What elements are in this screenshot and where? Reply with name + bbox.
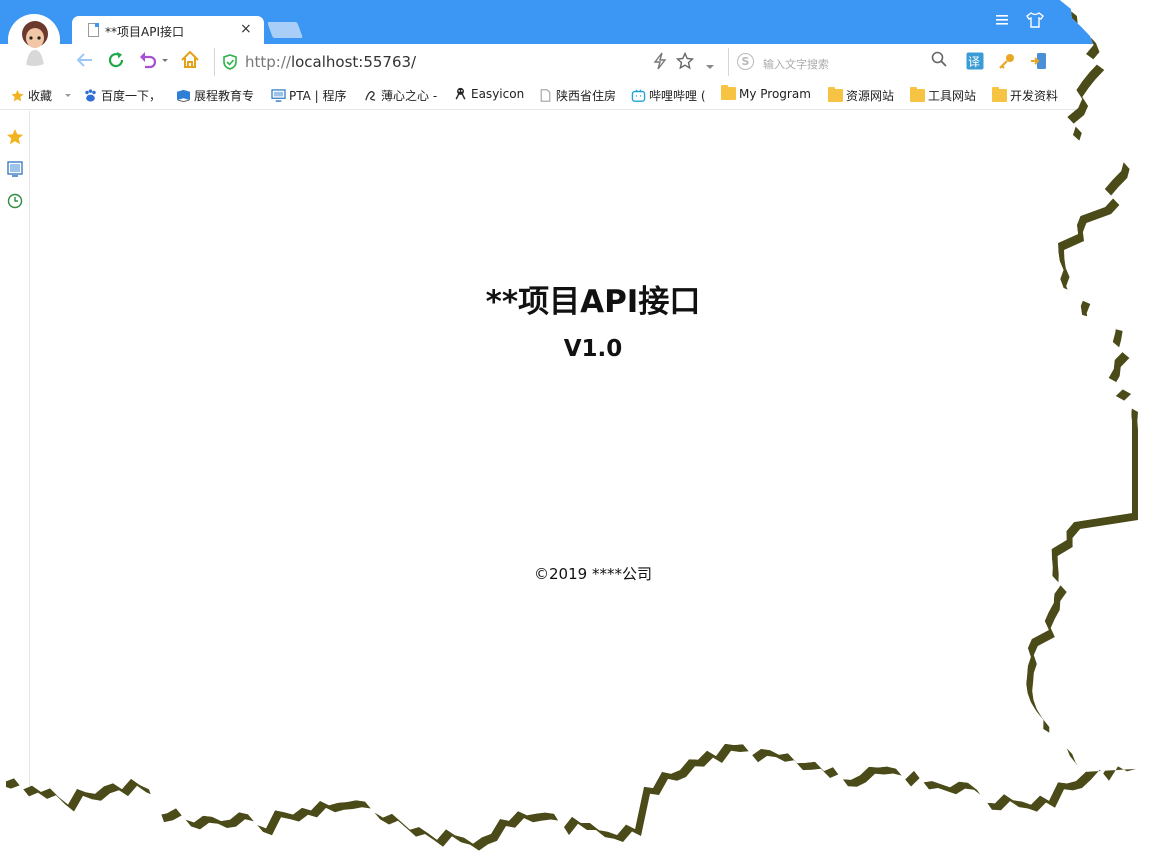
folder-icon bbox=[721, 87, 736, 100]
book-icon bbox=[176, 89, 191, 102]
menu-icon[interactable] bbox=[994, 12, 1010, 31]
translate-icon[interactable]: 译 bbox=[966, 52, 984, 70]
screenshot: **项目API接口 × http://localhost:55763/ S 输入… bbox=[0, 0, 1150, 861]
star-icon[interactable] bbox=[676, 52, 694, 74]
easyicon-icon bbox=[453, 87, 468, 100]
bookmark-label: My Program bbox=[739, 87, 811, 101]
search-placeholder: 输入文字搜索 bbox=[763, 58, 829, 71]
monitor-icon bbox=[271, 89, 286, 102]
page-footer: ©2019 ****公司 bbox=[534, 565, 652, 583]
bookmark-favorites[interactable]: 收藏 bbox=[10, 87, 72, 104]
bookmark-label: 哔哩哔哩 ( bbox=[649, 89, 706, 103]
address-bar[interactable]: http://localhost:55763/ bbox=[214, 48, 724, 76]
bookmark-label: 陕西省住房 bbox=[556, 89, 617, 103]
refresh-icon[interactable] bbox=[106, 50, 126, 75]
chevron-down-icon[interactable] bbox=[705, 56, 715, 75]
folder-icon bbox=[992, 89, 1007, 102]
title-bar: **项目API接口 × bbox=[0, 0, 1150, 44]
clock-icon[interactable] bbox=[6, 192, 24, 210]
document-icon bbox=[88, 23, 99, 37]
key-icon[interactable] bbox=[998, 52, 1016, 70]
tab-close-button[interactable]: × bbox=[240, 21, 252, 37]
avatar[interactable] bbox=[8, 14, 60, 66]
bookmark-easyicon[interactable]: Easyicon bbox=[453, 87, 524, 101]
url-host: localhost:55763/ bbox=[290, 53, 417, 71]
page-version: V1.0 bbox=[563, 336, 623, 362]
bookmark-label: PTA | 程序 bbox=[289, 89, 347, 103]
bookmark-folder-dev-docs[interactable]: 开发资料 bbox=[992, 87, 1058, 104]
logo-icon bbox=[363, 89, 378, 102]
url-protocol: http:// bbox=[245, 53, 291, 71]
star-icon[interactable] bbox=[6, 128, 24, 146]
chevron-down-icon bbox=[64, 93, 72, 99]
bookmark-label: 薄心之心 - bbox=[381, 89, 438, 103]
bookmarks-bar: 收藏 百度一下， 展程教育专 PTA | 程序 薄心之心 - Easyicon … bbox=[0, 80, 1150, 110]
bookmark-boxin[interactable]: 薄心之心 - bbox=[363, 87, 437, 104]
page-icon bbox=[538, 89, 553, 102]
bookmark-shaanxi[interactable]: 陕西省住房 bbox=[538, 87, 616, 104]
folder-icon bbox=[910, 89, 925, 102]
lightning-icon[interactable] bbox=[653, 52, 667, 74]
shirt-icon[interactable] bbox=[1026, 12, 1044, 32]
tab-active[interactable]: **项目API接口 × bbox=[72, 16, 264, 46]
monitor-icon[interactable] bbox=[6, 160, 24, 178]
bookmark-label: Easyicon bbox=[471, 87, 525, 101]
home-icon[interactable] bbox=[180, 50, 200, 75]
search-box[interactable]: S 输入文字搜索 bbox=[728, 48, 954, 76]
bookmark-baidu[interactable]: 百度一下， bbox=[83, 87, 161, 104]
bookmark-label: 百度一下， bbox=[101, 89, 162, 103]
bookmark-zhancheng[interactable]: 展程教育专 bbox=[176, 87, 254, 104]
new-tab-button[interactable] bbox=[267, 22, 303, 38]
baidu-paw-icon bbox=[83, 89, 98, 102]
search-engine-icon[interactable]: S bbox=[737, 53, 754, 70]
bookmark-label: 工具网站 bbox=[928, 89, 977, 103]
bookmark-folder-my-program[interactable]: My Program bbox=[721, 87, 811, 101]
undo-icon[interactable] bbox=[138, 50, 170, 75]
tab-title: **项目API接口 bbox=[105, 25, 184, 39]
bookmark-folder-tools[interactable]: 工具网站 bbox=[910, 87, 976, 104]
bookmark-label: 资源网站 bbox=[846, 89, 895, 103]
sidebar bbox=[0, 111, 30, 861]
bookmark-bilibili[interactable]: 哔哩哔哩 ( bbox=[631, 87, 706, 104]
bookmark-label: 收藏 bbox=[28, 89, 53, 103]
back-arrow-icon[interactable] bbox=[75, 50, 95, 75]
bookmark-pta[interactable]: PTA | 程序 bbox=[271, 87, 347, 104]
bookmark-label: 开发资料 bbox=[1010, 89, 1059, 103]
page-content: **项目API接口 V1.0 ©2019 ****公司 bbox=[31, 111, 1150, 861]
extension-icon[interactable] bbox=[1030, 52, 1048, 70]
browser-window: **项目API接口 × http://localhost:55763/ S 输入… bbox=[0, 0, 1150, 861]
shield-icon bbox=[223, 54, 237, 70]
folder-icon bbox=[828, 89, 843, 102]
bookmark-folder-resources[interactable]: 资源网站 bbox=[828, 87, 894, 104]
bilibili-icon bbox=[631, 89, 646, 102]
bookmark-label: 展程教育专 bbox=[194, 89, 255, 103]
star-icon bbox=[10, 89, 25, 102]
translate-label: 译 bbox=[968, 55, 981, 69]
search-icon[interactable] bbox=[931, 51, 947, 71]
navigation-bar: http://localhost:55763/ S 输入文字搜索 译 bbox=[0, 44, 1150, 80]
address-url: http://localhost:55763/ bbox=[245, 53, 416, 71]
page-title: **项目API接口 bbox=[485, 284, 701, 320]
